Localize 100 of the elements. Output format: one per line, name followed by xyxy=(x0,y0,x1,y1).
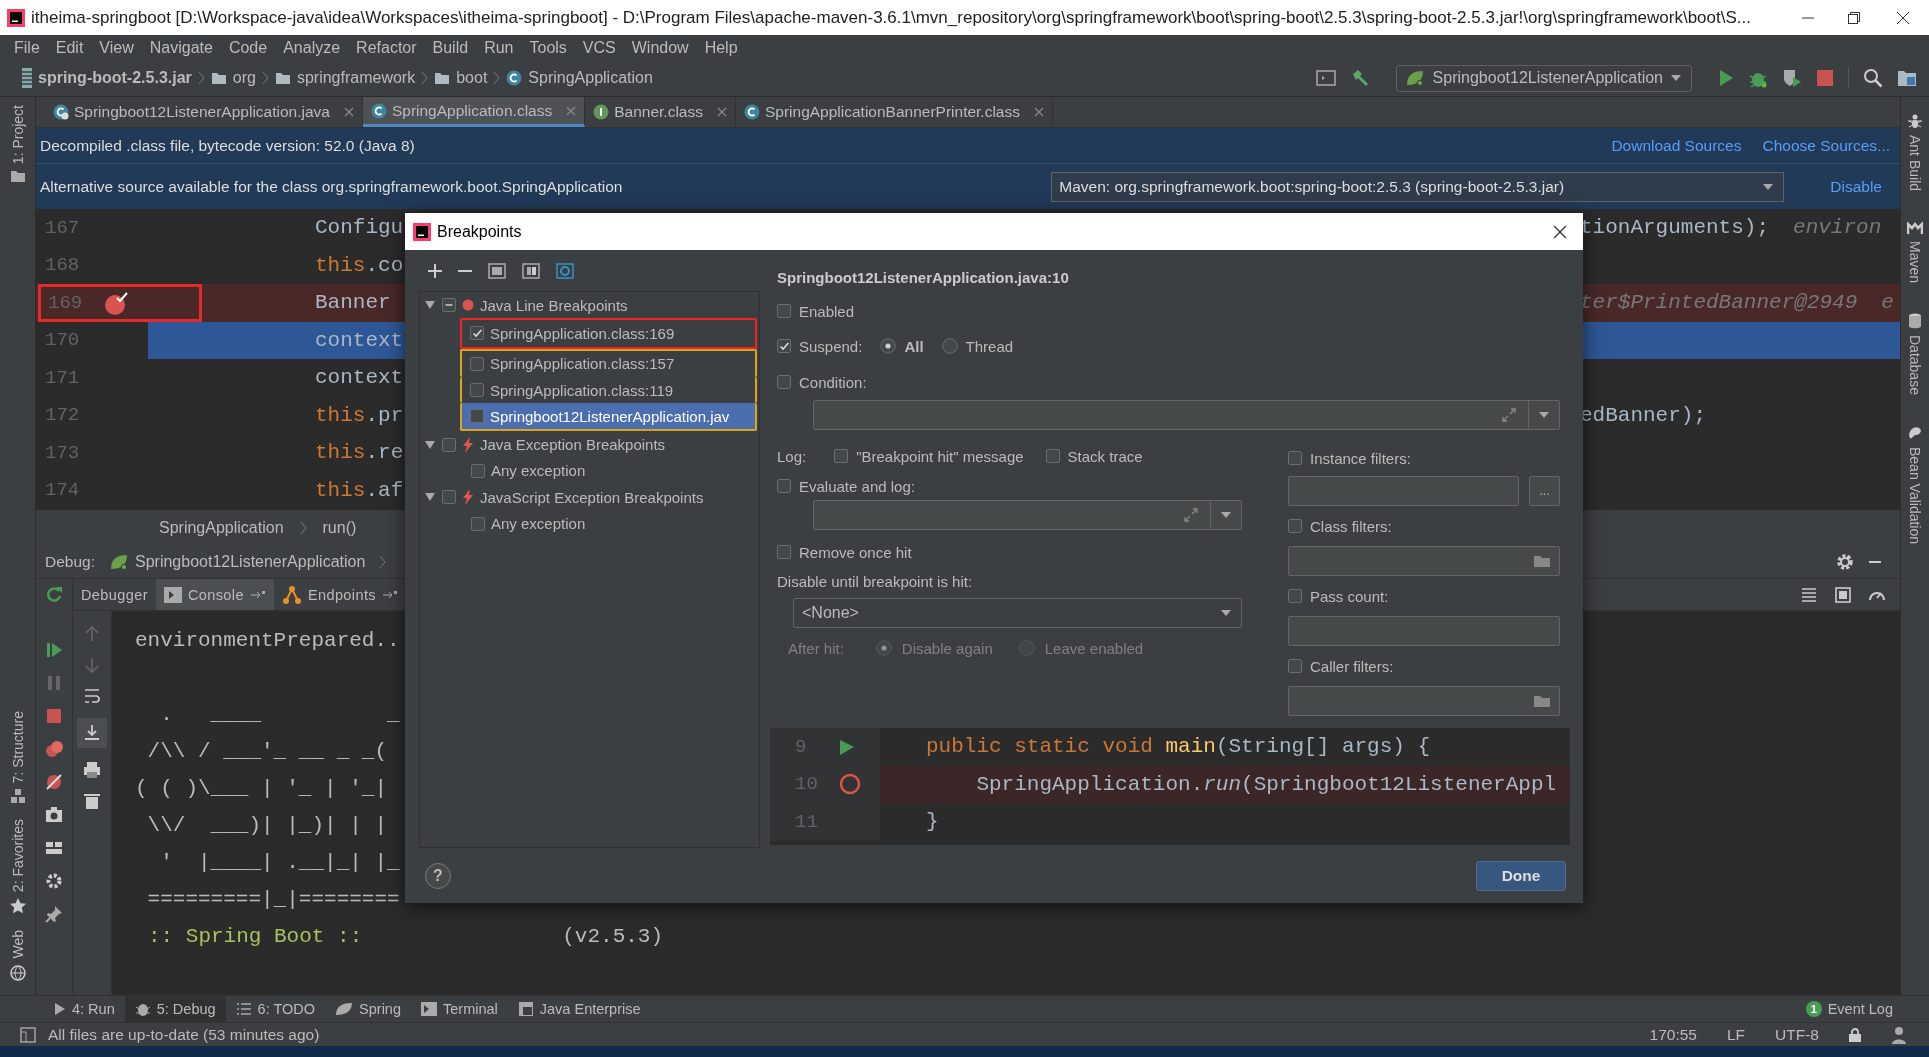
filter-field[interactable] xyxy=(1288,616,1560,646)
checkbox[interactable] xyxy=(1288,519,1302,533)
editor-tab[interactable]: SpringApplicationBannerPrinter.class xyxy=(735,97,1053,127)
terminal-window-icon[interactable] xyxy=(1315,69,1336,87)
checkbox[interactable] xyxy=(470,356,484,371)
project-structure-icon[interactable] xyxy=(1897,69,1917,87)
checkbox[interactable] xyxy=(470,383,484,398)
menu-item[interactable]: Code xyxy=(220,38,276,57)
filter-field[interactable] xyxy=(1288,686,1560,716)
tool-window-button[interactable]: Web xyxy=(0,922,35,989)
tree-item[interactable]: Java Exception Breakpoints xyxy=(420,431,759,458)
tool-window-tab[interactable]: Java Enterprise xyxy=(507,996,651,1022)
restore-layout-icon[interactable] xyxy=(1834,585,1852,604)
tool-window-tab[interactable]: Terminal xyxy=(411,996,508,1022)
menu-item[interactable]: Build xyxy=(424,38,477,57)
pin-arrow-icon[interactable] xyxy=(249,589,266,600)
stop-icon[interactable] xyxy=(45,707,63,725)
checkbox[interactable] xyxy=(1288,659,1302,673)
menu-item[interactable]: Run xyxy=(476,38,522,57)
tool-window-tab[interactable]: 5: Debug xyxy=(124,996,226,1022)
file-encoding[interactable]: UTF-8 xyxy=(1775,1025,1819,1044)
checkbox-label[interactable]: Condition: xyxy=(799,373,867,391)
camera-icon[interactable] xyxy=(45,806,63,824)
expression-field[interactable] xyxy=(813,400,1560,430)
breadcrumb-item[interactable]: SpringApplication xyxy=(528,69,653,87)
run-icon[interactable] xyxy=(1718,69,1734,87)
checkbox[interactable] xyxy=(777,479,791,493)
checkbox[interactable] xyxy=(470,326,484,341)
menu-item[interactable]: Help xyxy=(696,38,746,57)
checkbox[interactable] xyxy=(777,304,791,318)
checkbox-label[interactable]: Caller filters: xyxy=(1310,657,1394,675)
tree-item[interactable]: Any exception xyxy=(420,510,759,537)
line-separator[interactable]: LF xyxy=(1727,1025,1746,1044)
expression-field[interactable] xyxy=(813,500,1242,530)
checkbox-label[interactable]: Stack trace xyxy=(1067,447,1143,465)
group-by-file-icon[interactable] xyxy=(522,262,540,279)
breadcrumb-item[interactable]: springframework xyxy=(296,69,416,87)
checkbox[interactable] xyxy=(471,463,485,478)
radio-label[interactable]: Thread xyxy=(965,337,1014,355)
editor-tab[interactable]: Banner.class xyxy=(585,97,736,127)
print-icon[interactable] xyxy=(83,761,101,779)
editor-tab[interactable]: SpringApplication.class xyxy=(362,97,586,127)
checkbox[interactable] xyxy=(1288,451,1302,465)
tree-item[interactable]: Java Line Breakpoints xyxy=(420,292,759,319)
tree-item[interactable]: SpringApplication.class:119 xyxy=(462,376,755,404)
checkbox[interactable] xyxy=(777,545,791,559)
checkbox-label[interactable]: Evaluate and log: xyxy=(799,477,915,495)
menu-item[interactable]: Tools xyxy=(521,38,575,57)
rerun-icon[interactable] xyxy=(45,585,63,603)
tree-item[interactable]: JavaScript Exception Breakpoints xyxy=(420,484,759,511)
radio-button[interactable] xyxy=(880,338,897,354)
tool-windows-icon[interactable] xyxy=(20,1026,36,1043)
trash-icon[interactable] xyxy=(83,792,101,810)
tool-window-button[interactable]: Ant Build xyxy=(1901,105,1929,200)
menu-item[interactable]: VCS xyxy=(574,38,624,57)
link[interactable]: Disable xyxy=(1830,177,1882,196)
tool-window-tab[interactable]: 6: TODO xyxy=(225,996,326,1022)
link[interactable]: Download Sources xyxy=(1611,136,1742,155)
breadcrumb-item[interactable]: org xyxy=(232,69,256,87)
editor-tab[interactable]: Springboot12ListenerApplication.java xyxy=(45,97,363,127)
expand-icon[interactable] xyxy=(424,438,436,451)
search-icon[interactable] xyxy=(1863,68,1883,88)
checkbox-label[interactable]: Pass count: xyxy=(1310,587,1389,605)
checkbox[interactable] xyxy=(834,449,849,463)
caret-position[interactable]: 170:55 xyxy=(1649,1025,1697,1044)
checkbox[interactable] xyxy=(442,298,456,313)
checkbox[interactable] xyxy=(442,437,456,452)
restore-icon[interactable] xyxy=(1848,11,1860,24)
tool-window-tab[interactable]: Spring xyxy=(325,996,411,1022)
folder-icon[interactable] xyxy=(1533,694,1551,708)
layout-icon[interactable] xyxy=(45,839,63,857)
checkbox[interactable] xyxy=(1045,449,1060,463)
breadcrumb-item[interactable]: spring-boot-2.5.3.jar xyxy=(38,69,192,87)
checkbox-label[interactable]: Remove once hit xyxy=(799,543,912,561)
pause-icon[interactable] xyxy=(45,674,63,692)
expand-icon[interactable] xyxy=(1502,408,1516,422)
tool-window-button[interactable]: 2: Favorites xyxy=(0,811,35,923)
checkbox[interactable] xyxy=(470,409,484,424)
browse-button[interactable]: ... xyxy=(1529,476,1560,506)
menu-item[interactable]: Navigate xyxy=(141,38,221,57)
breadcrumb-item[interactable]: run() xyxy=(322,519,357,537)
breadcrumb-item[interactable]: SpringApplication xyxy=(159,519,284,537)
checkbox[interactable] xyxy=(1288,589,1302,603)
tree-item[interactable]: SpringApplication.class:157 xyxy=(462,350,755,377)
radio-button[interactable] xyxy=(941,338,958,354)
tool-window-button[interactable]: 7: Structure xyxy=(0,702,35,812)
filter-field[interactable] xyxy=(1288,476,1519,506)
checkbox[interactable] xyxy=(777,339,791,353)
menu-item[interactable]: View xyxy=(91,38,142,57)
close-icon[interactable] xyxy=(1897,11,1909,24)
stop-icon[interactable] xyxy=(1816,69,1834,87)
pin-icon[interactable] xyxy=(45,905,63,923)
expand-icon[interactable] xyxy=(1184,508,1198,522)
scroll-to-end-icon[interactable] xyxy=(83,724,101,742)
tool-window-button[interactable]: Bean Validation xyxy=(1901,417,1929,553)
checkbox[interactable] xyxy=(442,490,456,505)
close-icon[interactable] xyxy=(1553,224,1567,239)
done-button[interactable]: Done xyxy=(1476,860,1566,891)
checkbox-label[interactable]: Enabled xyxy=(799,302,855,320)
debug-tab[interactable]: Debugger xyxy=(73,579,156,610)
